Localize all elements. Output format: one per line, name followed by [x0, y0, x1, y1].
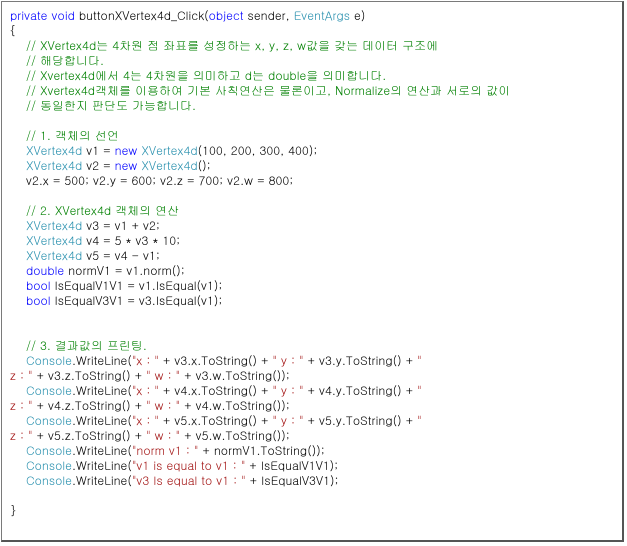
comment-line: // 동일한지 판단도 가능합니다.	[10, 97, 196, 114]
keyword-void: void	[51, 7, 74, 24]
string-literal: "	[417, 382, 422, 399]
code-text: + v4.y.ToString() +	[304, 382, 418, 399]
method-name: buttonXVertex4d_Click(	[75, 7, 209, 24]
keyword-object: object	[209, 7, 244, 24]
string-literal: "	[417, 412, 422, 429]
type-console: Console	[26, 472, 72, 489]
code-text: + v5.y.ToString() +	[304, 412, 418, 429]
code-line: v2.x = 500; v2.y = 600; v2.z = 700; v2.w…	[10, 172, 293, 189]
code-text: + IsEqualV3V1);	[246, 472, 339, 489]
code-text: (100, 200, 300, 400);	[198, 142, 318, 159]
code-text: + v3.y.ToString() +	[304, 352, 418, 369]
param-sender: sender,	[244, 7, 294, 24]
code-text: IsEqualV3V1 = v3.IsEqual(v1);	[51, 292, 223, 309]
type-eventargs: EventArgs	[294, 7, 350, 24]
string-literal: "v3 Is equal to v1 : "	[132, 472, 246, 489]
code-text: .WriteLine(	[72, 472, 132, 489]
keyword-bool: bool	[26, 292, 51, 309]
code-snippet: private void buttonXVertex4d_Click(objec…	[1, 1, 624, 542]
string-literal: "	[417, 352, 422, 369]
brace-close: }	[10, 502, 16, 519]
param-e: e)	[350, 7, 365, 24]
